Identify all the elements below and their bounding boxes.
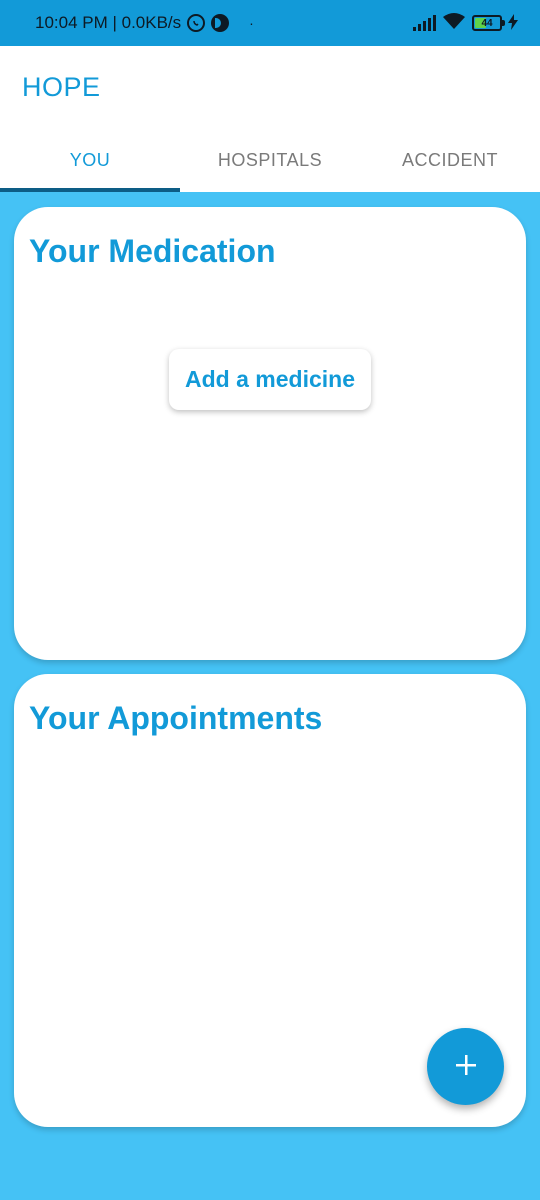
tab-hospitals-label: HOSPITALS (217, 149, 323, 170)
tab-bar: YOU HOSPITALS ACCIDENT (0, 134, 540, 192)
active-tab-indicator (0, 188, 180, 192)
tab-you-label: YOU (69, 149, 111, 170)
add-fab-button[interactable] (427, 1028, 504, 1105)
app-title: HOPE (22, 72, 101, 102)
tab-accident-label: ACCIDENT (401, 149, 498, 170)
app-bar: HOPE YOU HOSPITALS ACCIDENT (0, 46, 540, 192)
status-left: 10:04 PM | 0.0KB/s · (35, 13, 254, 33)
battery-level: 44 (481, 17, 493, 29)
data-saver-icon (211, 14, 230, 32)
signal-icon (413, 15, 436, 31)
appointments-title: Your Appointments (29, 700, 323, 736)
medication-card: Your Medication Add a medicine (14, 207, 526, 660)
plus-icon (454, 1053, 478, 1080)
add-medicine-button[interactable]: Add a medicine (169, 349, 371, 410)
wifi-icon (442, 12, 466, 35)
status-dot: · (249, 15, 254, 31)
status-time-speed: 10:04 PM | 0.0KB/s (35, 13, 182, 32)
medication-title: Your Medication (29, 233, 276, 269)
status-right: 44 (413, 12, 518, 35)
status-bar: 10:04 PM | 0.0KB/s · 44 (0, 0, 540, 46)
whatsapp-icon (187, 14, 206, 32)
tab-hospitals[interactable]: HOSPITALS (180, 134, 360, 192)
tab-accident[interactable]: ACCIDENT (360, 134, 540, 192)
charging-icon (508, 13, 518, 33)
battery-icon: 44 (472, 15, 505, 31)
tab-you[interactable]: YOU (0, 134, 180, 192)
